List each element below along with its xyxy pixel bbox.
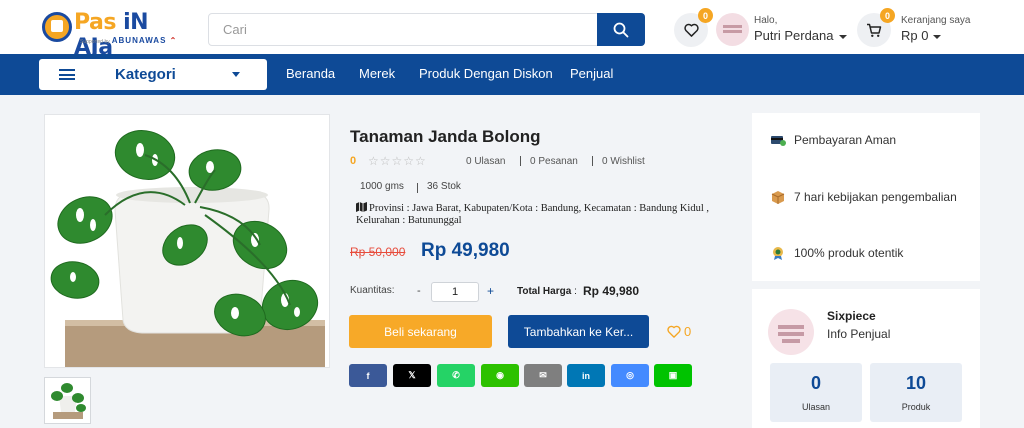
user-avatar[interactable] [716, 13, 749, 46]
quantity-decrease-button[interactable]: - [417, 285, 421, 297]
cart-count-badge: 0 [880, 8, 895, 23]
product-stock: 36 Stok [427, 181, 461, 192]
divider [417, 183, 418, 193]
return-box-icon [771, 191, 785, 204]
category-dropdown[interactable]: Kategori [39, 59, 267, 90]
share-messenger-button[interactable]: ◎ [611, 364, 649, 387]
seller-card: Sixpiece Info Penjual 0 Ulasan 10 Produk [752, 289, 980, 428]
share-wechat-button[interactable]: ◉ [481, 364, 519, 387]
sale-price: Rp 49,980 [421, 240, 510, 261]
messenger-icon: ◎ [626, 370, 634, 380]
search-button[interactable] [597, 13, 645, 46]
divider [592, 156, 593, 166]
favorite-button[interactable]: 0 [667, 324, 691, 339]
service-features: Pembayaran Aman 7 hari kebijakan pengemb… [752, 113, 980, 281]
nav-link-diskon[interactable]: Produk Dengan Diskon [419, 66, 553, 81]
cart-label: Keranjang saya [901, 15, 971, 26]
product-main-image[interactable] [44, 114, 330, 377]
share-facebook-button[interactable]: f [349, 364, 387, 387]
seller-reviews-stat: 0 Ulasan [770, 363, 862, 422]
seller-info-link[interactable]: Info Penjual [827, 327, 890, 341]
favorite-count: 0 [684, 324, 692, 339]
wechat-icon: ◉ [496, 370, 504, 380]
search-bar [208, 13, 645, 46]
cart-total-menu[interactable]: Rp 0 [901, 28, 942, 43]
rating-stars: ☆☆☆☆☆ [368, 154, 427, 168]
nav-link-penjual[interactable]: Penjual [570, 66, 613, 81]
heart-outline-icon [667, 325, 681, 338]
plant-thumbnail-image [45, 378, 90, 423]
logo-bag-icon [42, 12, 72, 42]
search-icon [613, 22, 629, 37]
category-label: Kategori [115, 66, 176, 83]
seller-products-value: 10 [905, 373, 927, 393]
chevron-down-icon [838, 34, 847, 39]
divider [520, 156, 521, 166]
feature-return-policy: 7 hari kebijakan pengembalian [794, 190, 957, 204]
wishlist-count-badge: 0 [698, 8, 713, 23]
cart-total: Rp 0 [901, 28, 929, 43]
chevron-down-icon [933, 34, 942, 39]
wishlist-count: 0 Wishlist [602, 156, 645, 167]
orders-count: 0 Pesanan [530, 156, 578, 167]
chevron-down-icon [232, 72, 240, 77]
nav-link-merek[interactable]: Merek [359, 66, 395, 81]
total-price-label: Total Harga : [517, 286, 577, 297]
facebook-icon: f [366, 370, 370, 381]
share-linkedin-button[interactable]: in [567, 364, 605, 387]
feature-secure-payment: Pembayaran Aman [794, 133, 897, 147]
plant-image [45, 115, 329, 377]
top-header: Pas iN AJa Supported byABUNAWAS ⌃ 0 Halo… [0, 0, 1024, 60]
product-weight: 1000 gms [360, 181, 404, 192]
hamburger-icon [59, 69, 75, 80]
line-icon: ▣ [668, 370, 678, 380]
quantity-input[interactable] [431, 282, 479, 302]
x-icon: 𝕏 [408, 370, 416, 380]
buy-now-button[interactable]: Beli sekarang [349, 315, 492, 348]
linkedin-icon: in [582, 370, 590, 381]
seller-name[interactable]: Sixpiece [827, 309, 876, 323]
seller-reviews-label: Ulasan [801, 402, 830, 412]
reviews-count[interactable]: 0 Ulasan [466, 156, 505, 167]
heart-icon [683, 23, 699, 37]
quantity-label: Kuantitas: [350, 285, 395, 296]
logo-subtitle: Supported by ABUNAWAS ⌃ [80, 36, 178, 45]
share-line-button[interactable]: ▣ [654, 364, 692, 387]
seller-products-stat: 10 Produk [870, 363, 962, 422]
share-email-button[interactable]: ✉ [524, 364, 562, 387]
total-price-value: Rp 49,980 [583, 284, 640, 298]
product-location: Provinsi : Jawa Barat, Kabupaten/Kota : … [356, 202, 741, 227]
rating-value: 0 [350, 155, 357, 167]
location-text: Provinsi : Jawa Barat, Kabupaten/Kota : … [356, 203, 710, 226]
authentic-badge-icon [773, 247, 783, 260]
user-name: Putri Perdana [754, 28, 834, 43]
seller-avatar[interactable] [768, 309, 814, 355]
user-menu[interactable]: Putri Perdana [754, 28, 847, 43]
product-title: Tanaman Janda Bolong [350, 127, 541, 146]
original-price: Rp 50,000 [350, 245, 406, 259]
add-to-cart-button[interactable]: Tambahkan ke Ker... [508, 315, 649, 348]
whatsapp-icon: ✆ [452, 370, 460, 380]
user-greeting: Halo, [754, 15, 778, 26]
seller-reviews-value: 0 [810, 373, 821, 393]
quantity-increase-button[interactable]: + [487, 284, 494, 298]
nav-link-beranda[interactable]: Beranda [286, 66, 335, 81]
cart-icon [867, 23, 882, 37]
search-input[interactable] [209, 14, 589, 45]
share-x-button[interactable]: 𝕏 [393, 364, 431, 387]
site-logo[interactable]: Pas iN AJa Supported by ABUNAWAS ⌃ [42, 10, 182, 60]
secure-payment-icon [771, 136, 786, 146]
map-icon [356, 202, 367, 212]
seller-products-label: Produk [901, 402, 931, 412]
product-thumbnail[interactable] [44, 377, 91, 424]
email-icon: ✉ [539, 370, 547, 380]
feature-authentic: 100% produk otentik [794, 246, 904, 260]
logo-text: Pas iN AJa [74, 10, 149, 60]
share-whatsapp-button[interactable]: ✆ [437, 364, 475, 387]
